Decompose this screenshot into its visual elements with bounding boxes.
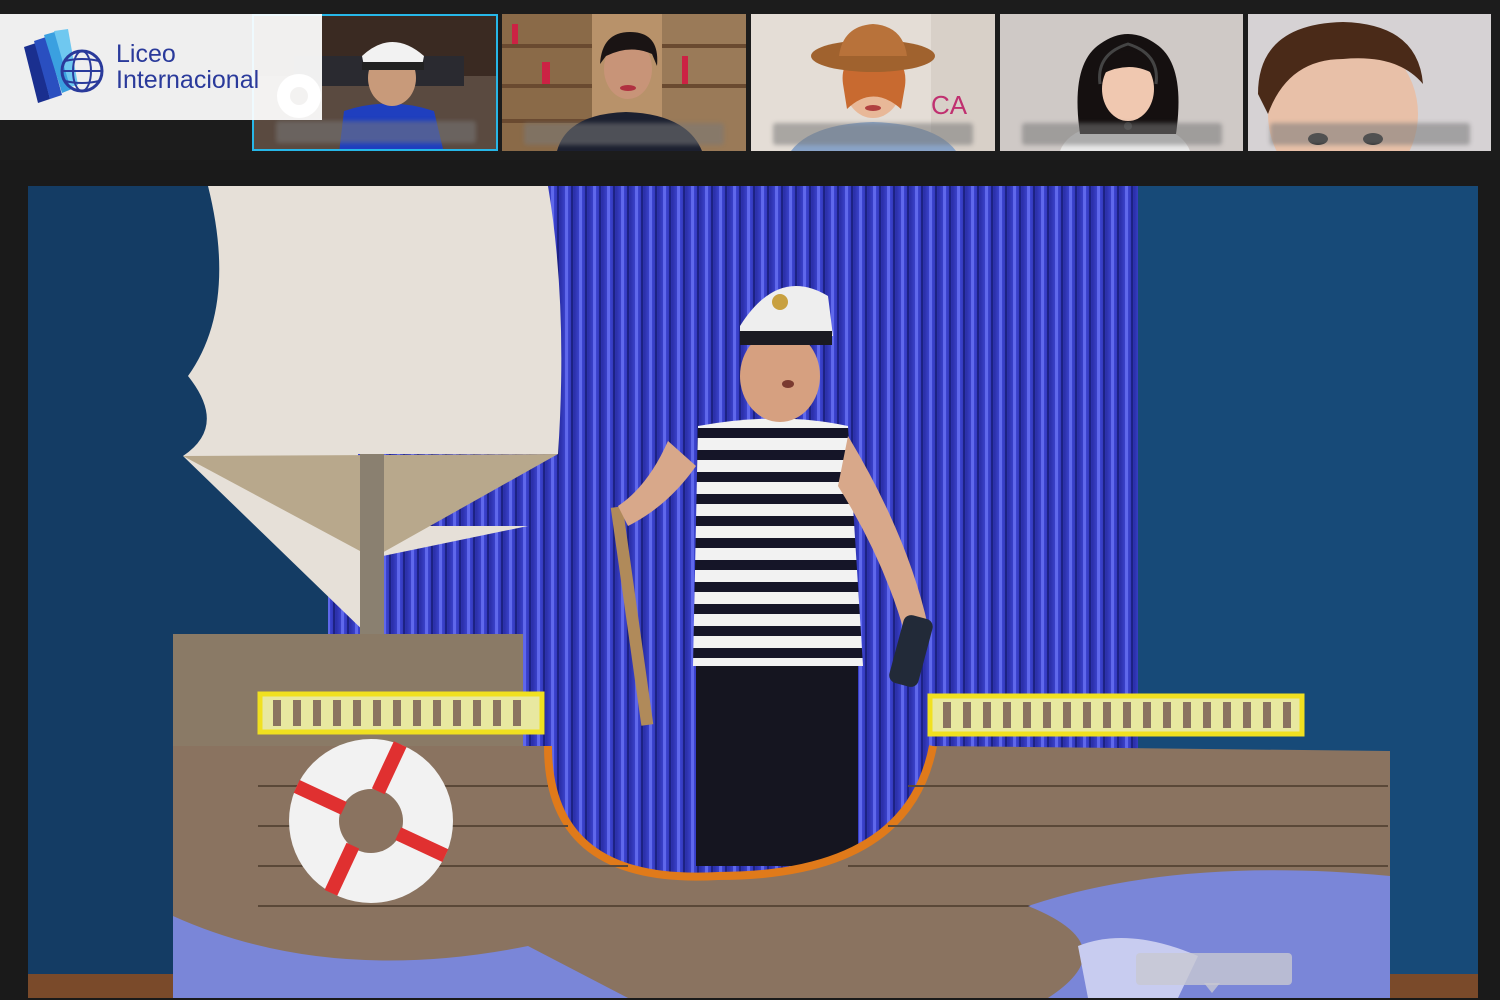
logo-line-2: Internacional <box>116 66 260 94</box>
participant-gallery-strip: CA Liceo Internacional <box>0 0 1500 160</box>
participant-tile-3[interactable]: CA <box>751 14 995 151</box>
logo-wordmark: Liceo Internacional <box>116 41 259 93</box>
participant-tile-4[interactable] <box>1000 14 1243 151</box>
book-globe-logo-icon <box>24 29 104 103</box>
logo-line-1: Liceo <box>116 40 176 68</box>
participant-name-1 <box>276 121 476 143</box>
participant-tile-5[interactable] <box>1248 14 1491 151</box>
school-logo: Liceo Internacional <box>0 14 322 120</box>
life-ring <box>289 739 453 903</box>
participant-name-3 <box>773 123 973 145</box>
participant-name-4 <box>1022 123 1222 145</box>
svg-text:CA: CA <box>931 90 968 120</box>
participant-name-5 <box>1270 123 1470 145</box>
mast <box>360 454 384 642</box>
controls-pointer <box>1204 983 1220 993</box>
main-speaker-video[interactable] <box>28 186 1478 998</box>
floating-controls-pill[interactable] <box>1136 953 1292 985</box>
participant-name-2 <box>524 123 724 145</box>
participant-tile-2[interactable] <box>502 14 746 151</box>
stage-scene <box>28 186 1478 998</box>
